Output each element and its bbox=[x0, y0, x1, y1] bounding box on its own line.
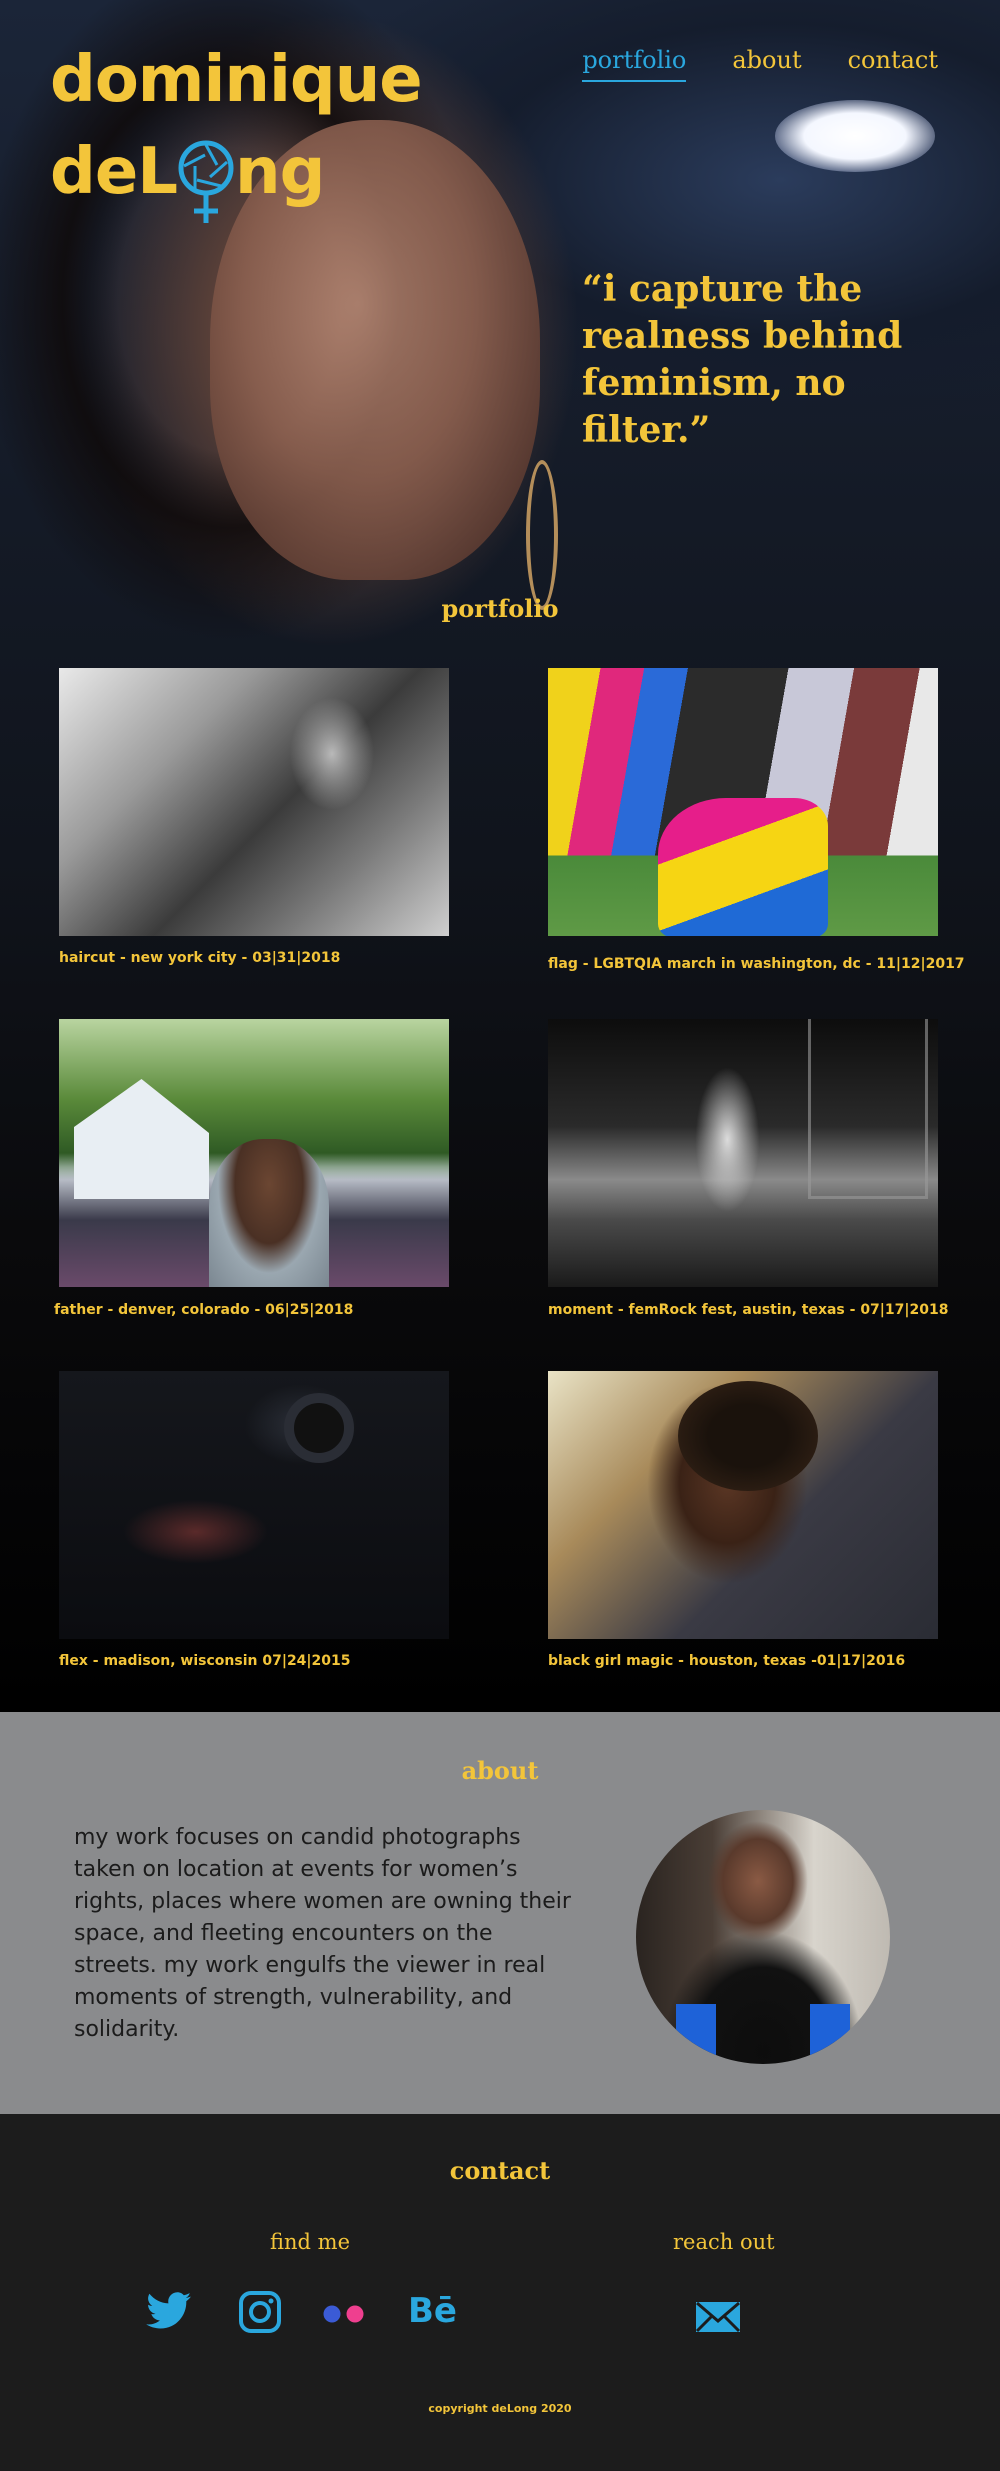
reach-out-label: reach out bbox=[673, 2230, 775, 2254]
logo-line-2-end: ng bbox=[235, 135, 325, 209]
main-nav: portfolio about contact bbox=[582, 46, 938, 82]
find-me-label: find me bbox=[270, 2230, 350, 2254]
portfolio-caption: black girl magic - houston, texas -01|17… bbox=[548, 1653, 906, 1669]
nav-contact[interactable]: contact bbox=[848, 46, 938, 82]
logo-line-1: dominique bbox=[50, 43, 423, 117]
behance-icon[interactable]: Bē bbox=[408, 2292, 457, 2330]
nav-about[interactable]: about bbox=[732, 46, 801, 82]
tent-shape bbox=[74, 1079, 209, 1199]
stage-rig bbox=[808, 1019, 928, 1199]
portfolio-photo-flex[interactable] bbox=[59, 1371, 449, 1639]
hero-photo-light bbox=[775, 100, 935, 172]
portrait-sleeve-right bbox=[810, 2004, 850, 2064]
portfolio-caption: flex - madison, wisconsin 07|24|2015 bbox=[59, 1653, 351, 1669]
about-section: about my work focuses on candid photogra… bbox=[0, 1712, 1000, 2114]
nav-portfolio[interactable]: portfolio bbox=[582, 46, 687, 82]
hair-shape bbox=[678, 1381, 818, 1491]
portfolio-photo-father[interactable] bbox=[59, 1019, 449, 1287]
weight-plate bbox=[284, 1393, 354, 1463]
logo-line-2: deL ng bbox=[50, 126, 422, 223]
portfolio-photo-haircut[interactable] bbox=[59, 668, 449, 936]
logo[interactable]: dominique deL ng bbox=[50, 34, 423, 223]
father-figure bbox=[209, 1139, 329, 1287]
about-title: about bbox=[461, 1756, 539, 1785]
portrait-sleeve-left bbox=[676, 2004, 716, 2064]
aperture-venus-icon bbox=[177, 139, 235, 223]
portfolio-title: portfolio bbox=[441, 594, 559, 623]
instagram-icon[interactable] bbox=[238, 2290, 282, 2339]
portfolio-caption: moment - femRock fest, austin, texas - 0… bbox=[548, 1302, 949, 1318]
portfolio-photo-flag[interactable] bbox=[548, 668, 938, 936]
contact-section: contact find me reach out Bē copyright d… bbox=[0, 2114, 1000, 2471]
twitter-icon[interactable] bbox=[146, 2292, 192, 2335]
portrait-photo bbox=[636, 1810, 890, 2064]
copyright-text: copyright deLong 2020 bbox=[428, 2402, 572, 2415]
hero-photo-earring bbox=[526, 460, 558, 610]
mail-icon[interactable] bbox=[694, 2300, 742, 2339]
portfolio-photo-black-girl-magic[interactable] bbox=[548, 1371, 938, 1639]
portfolio-caption: flag - LGBTQIA march in washington, dc -… bbox=[548, 956, 965, 972]
portfolio-caption: father - denver, colorado - 06|25|2018 bbox=[54, 1302, 354, 1318]
pride-flag-shape bbox=[658, 798, 828, 936]
flickr-icon[interactable] bbox=[322, 2304, 368, 2329]
portfolio-photo-moment[interactable] bbox=[548, 1019, 938, 1287]
about-text: my work focuses on candid photographs ta… bbox=[74, 1825, 571, 2042]
logo-line-2-start: deL bbox=[50, 135, 178, 209]
portfolio-caption: haircut - new york city - 03|31|2018 bbox=[59, 950, 341, 966]
hero-quote: “i capture the realness behind feminism,… bbox=[582, 268, 903, 451]
contact-title: contact bbox=[449, 2156, 551, 2185]
